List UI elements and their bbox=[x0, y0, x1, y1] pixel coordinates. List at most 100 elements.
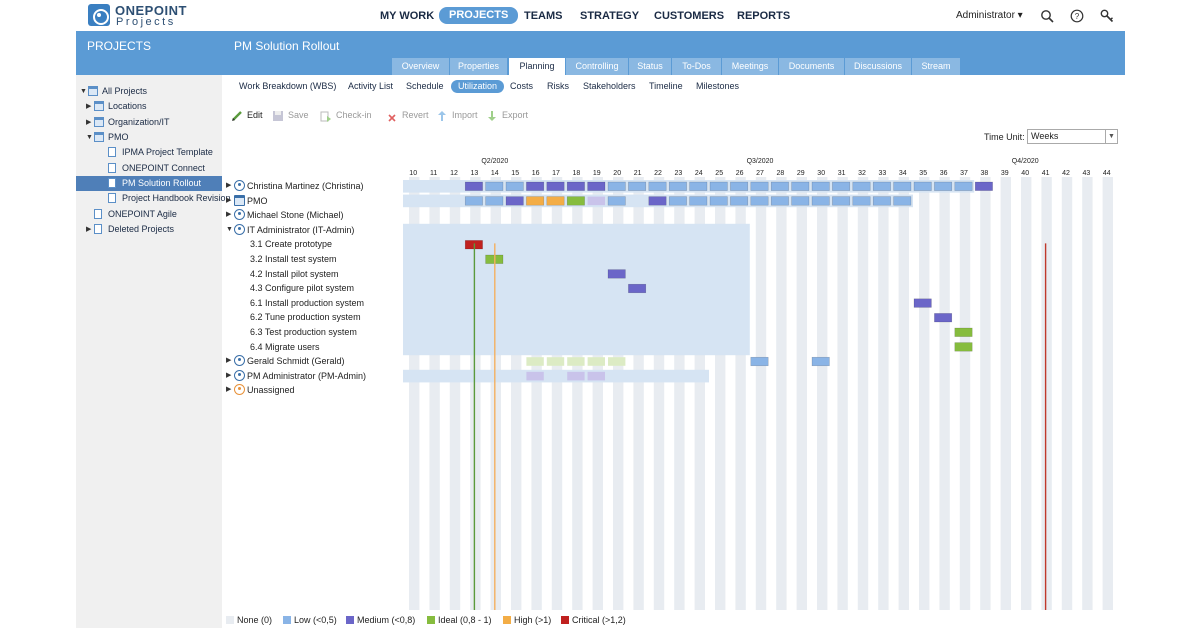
task-label: 6.3 Test production system bbox=[250, 327, 357, 337]
nav-reports[interactable]: REPORTS bbox=[737, 8, 790, 24]
week-column bbox=[1000, 177, 1011, 610]
utilization-cell bbox=[546, 181, 565, 191]
key-icon[interactable] bbox=[1100, 9, 1114, 23]
expand-arrow-icon[interactable]: ▶ bbox=[226, 179, 231, 193]
week-column bbox=[1061, 177, 1073, 610]
collapse-arrow-icon[interactable]: ▼ bbox=[80, 84, 87, 99]
project-tree-item[interactable]: ONEPOINT Agile bbox=[76, 207, 222, 222]
subtab-schedule[interactable]: Schedule bbox=[406, 80, 444, 93]
user-menu[interactable]: Administrator ▾ bbox=[956, 10, 1023, 21]
expand-arrow-icon[interactable]: ▶ bbox=[226, 208, 231, 222]
nav-projects[interactable]: PROJECTS bbox=[439, 7, 519, 24]
expand-arrow-icon[interactable]: ▶ bbox=[226, 194, 231, 208]
collapse-arrow-icon[interactable]: ▼ bbox=[226, 223, 233, 237]
search-icon[interactable] bbox=[1040, 9, 1054, 23]
project-tree-item[interactable]: PM Solution Rollout bbox=[76, 176, 222, 191]
tab-planning[interactable]: Planning bbox=[509, 58, 565, 75]
tab-meetings[interactable]: Meetings bbox=[722, 58, 778, 75]
save-icon bbox=[273, 110, 283, 121]
project-tree-item[interactable]: ▼ All Projects bbox=[76, 84, 222, 99]
legend-label: Critical (>1,2) bbox=[572, 615, 626, 625]
subtab-timeline[interactable]: Timeline bbox=[649, 80, 683, 93]
tab-todos[interactable]: To-Dos bbox=[672, 58, 721, 75]
week-label: 11 bbox=[430, 170, 437, 177]
utilization-cell bbox=[872, 196, 891, 206]
utilization-cell bbox=[750, 196, 769, 206]
task-label: 3.1 Create prototype bbox=[250, 239, 333, 250]
nav-teams[interactable]: TEAMS bbox=[524, 8, 563, 24]
user-icon bbox=[234, 355, 245, 367]
subtab-activity-list[interactable]: Activity List bbox=[348, 80, 393, 93]
subtab-milestones[interactable]: Milestones bbox=[696, 80, 739, 93]
collapse-arrow-icon[interactable]: ▼ bbox=[86, 130, 93, 145]
project-tree-item[interactable]: ▶ Organization/IT bbox=[76, 115, 222, 130]
subtab-stakeholders[interactable]: Stakeholders bbox=[583, 80, 636, 93]
expand-arrow-icon[interactable]: ▶ bbox=[86, 222, 91, 237]
legend-swatch bbox=[346, 616, 354, 624]
legend-swatch bbox=[561, 616, 569, 624]
import-button[interactable]: Import bbox=[436, 108, 478, 122]
project-tree-item[interactable]: ▼ PMO bbox=[76, 130, 222, 145]
help-icon[interactable]: ? bbox=[1070, 9, 1084, 23]
tab-discussions[interactable]: Discussions bbox=[845, 58, 911, 75]
week-label: 26 bbox=[736, 170, 744, 177]
svg-text:?: ? bbox=[1075, 12, 1080, 21]
project-tree-item[interactable]: ▶ Locations bbox=[76, 99, 222, 114]
utilization-cell bbox=[934, 313, 953, 323]
export-button[interactable]: Export bbox=[486, 108, 528, 122]
tab-documents[interactable]: Documents bbox=[779, 58, 844, 75]
checkin-button[interactable]: Check-in bbox=[320, 108, 372, 122]
logo-mark-icon bbox=[88, 4, 110, 26]
project-tree-label: Organization/IT bbox=[108, 117, 170, 127]
expand-arrow-icon[interactable]: ▶ bbox=[226, 354, 231, 368]
expand-arrow-icon[interactable]: ▶ bbox=[86, 115, 91, 130]
template-icon bbox=[108, 147, 116, 157]
project-tree-item[interactable]: ▶ Deleted Projects bbox=[76, 222, 222, 237]
time-unit-label: Time Unit: bbox=[984, 132, 1025, 142]
utilization-cell bbox=[567, 357, 585, 366]
nav-strategy[interactable]: STRATEGY bbox=[580, 8, 639, 24]
week-column bbox=[1021, 177, 1032, 610]
project-icon bbox=[108, 193, 116, 203]
tab-stream[interactable]: Stream bbox=[912, 58, 960, 75]
utilization-cell bbox=[648, 181, 667, 191]
save-button[interactable]: Save bbox=[272, 108, 309, 122]
utilization-cell bbox=[607, 269, 626, 279]
checkin-icon bbox=[320, 111, 331, 122]
onepoint-logo[interactable]: ONEPOINT Projects bbox=[88, 3, 198, 29]
week-label: 44 bbox=[1103, 170, 1111, 177]
pool-folder-icon bbox=[234, 194, 245, 206]
time-unit-select[interactable]: Weeks ▼ bbox=[1027, 129, 1118, 144]
portfolio-icon bbox=[94, 117, 104, 127]
utilization-cell bbox=[709, 196, 728, 206]
utilization-cell bbox=[607, 196, 626, 206]
nav-customers[interactable]: CUSTOMERS bbox=[654, 8, 724, 24]
expand-arrow-icon[interactable]: ▶ bbox=[86, 99, 91, 114]
tab-status[interactable]: Status bbox=[629, 58, 671, 75]
week-column bbox=[898, 177, 909, 610]
user-icon bbox=[234, 384, 245, 396]
tab-overview[interactable]: Overview bbox=[392, 58, 449, 75]
subtab-risks[interactable]: Risks bbox=[547, 80, 569, 93]
expand-arrow-icon[interactable]: ▶ bbox=[226, 369, 231, 383]
week-label: 23 bbox=[675, 170, 683, 177]
project-tree-item[interactable]: ONEPOINT Connect bbox=[76, 161, 222, 176]
project-icon bbox=[94, 209, 102, 219]
utilization-cell bbox=[546, 196, 565, 206]
project-tree-item[interactable]: IPMA Project Template bbox=[76, 145, 222, 160]
quarter-label: Q2/2020 bbox=[481, 158, 508, 165]
subtab-costs[interactable]: Costs bbox=[510, 80, 533, 93]
week-column bbox=[755, 177, 767, 610]
utilization-cell bbox=[668, 196, 687, 206]
edit-button[interactable]: Edit bbox=[231, 108, 263, 122]
subtab-wbs[interactable]: Work Breakdown (WBS) bbox=[239, 80, 336, 93]
revert-button[interactable]: Revert bbox=[386, 108, 429, 122]
tab-properties[interactable]: Properties bbox=[450, 58, 507, 75]
nav-my-work[interactable]: MY WORK bbox=[380, 8, 434, 24]
utilization-cell bbox=[954, 181, 973, 191]
project-tree-item[interactable]: Project Handbook Revision bbox=[76, 191, 231, 206]
tab-controlling[interactable]: Controlling bbox=[566, 58, 628, 75]
subtab-utilization[interactable]: Utilization bbox=[451, 80, 505, 93]
expand-arrow-icon[interactable]: ▶ bbox=[226, 383, 231, 397]
utilization-cell bbox=[709, 181, 728, 191]
